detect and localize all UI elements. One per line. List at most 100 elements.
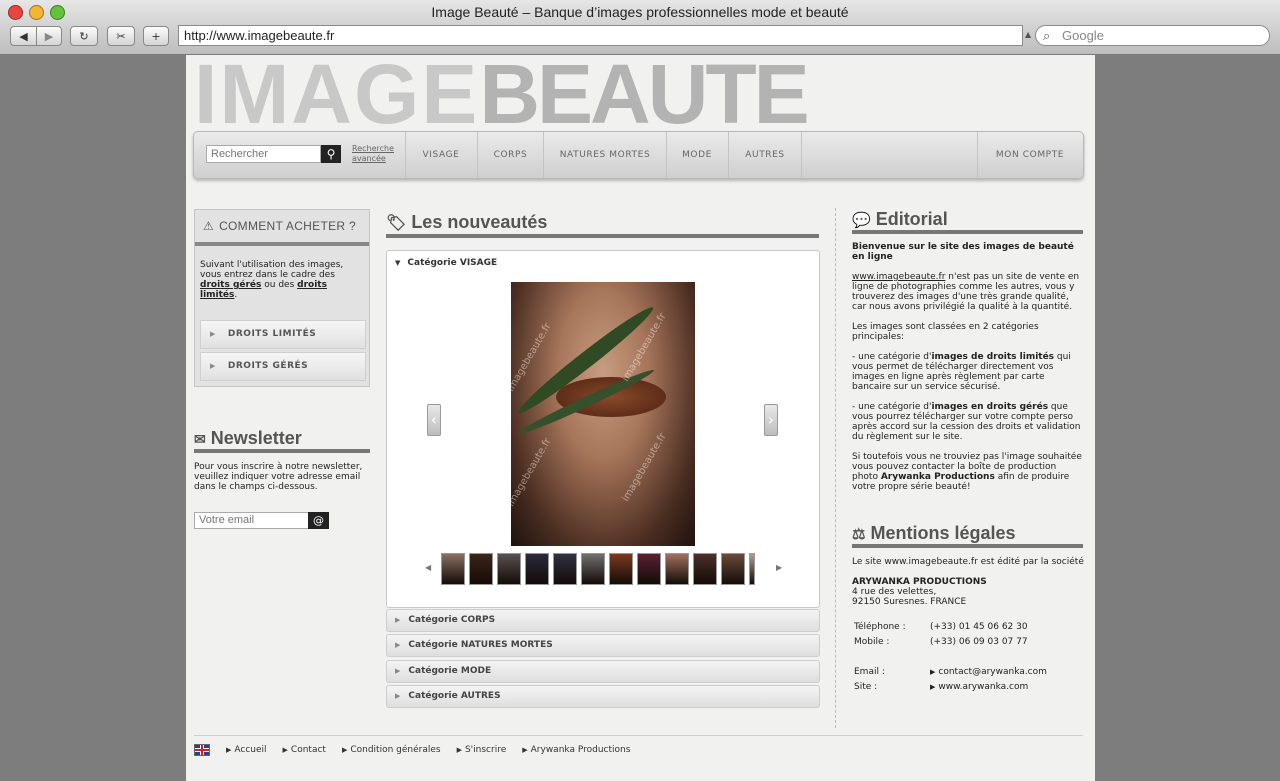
- nav-item-autres[interactable]: AUTRES: [728, 132, 801, 178]
- next-image-button[interactable]: ›: [764, 404, 778, 436]
- arrow-down-icon: ▼: [395, 259, 401, 267]
- category-visage-panel: ▼ Catégorie VISAGE imagebeaute.fr imagebe…: [386, 250, 820, 608]
- email-link[interactable]: contact@arywanka.com: [938, 665, 1046, 680]
- phone-value: (+33) 01 45 06 62 30: [930, 622, 1028, 632]
- site-logo[interactable]: IMAGEBEAUTE: [194, 60, 1084, 128]
- email-label: Email :: [854, 667, 885, 677]
- thumbnails-next-button[interactable]: ▶: [776, 563, 782, 572]
- arrow-right-icon: ▶: [210, 330, 216, 338]
- thumbnail-image[interactable]: [553, 553, 577, 585]
- scales-icon: ⚖: [852, 526, 866, 543]
- arrow-right-icon: ▶: [395, 667, 401, 675]
- arrow-right-icon: ▶: [395, 641, 401, 649]
- window-title: Image Beauté – Banque d’images professio…: [431, 4, 849, 20]
- footer-link-label: Contact: [290, 745, 326, 755]
- site-link[interactable]: www.arywanka.com: [938, 680, 1028, 695]
- english-flag-icon[interactable]: [194, 744, 210, 756]
- reload-button[interactable]: ↻: [70, 26, 98, 46]
- watermark: imagebeaute.fr: [511, 436, 554, 509]
- thumbnail-image[interactable]: [497, 553, 521, 585]
- chevron-right-icon: ›: [767, 410, 775, 429]
- thumbnail-image[interactable]: [469, 553, 493, 585]
- advanced-search-link[interactable]: Recherche avancée: [352, 144, 394, 164]
- add-bookmark-button[interactable]: +: [143, 26, 169, 46]
- editorial-text: Bienvenue sur le site des images de beau…: [852, 242, 1084, 502]
- snippet-button[interactable]: ✂: [107, 26, 135, 46]
- category-natures-mortes[interactable]: ▶ Catégorie NATURES MORTES: [386, 634, 820, 657]
- thumbnail-image[interactable]: [637, 553, 661, 585]
- nav-item-corps[interactable]: CORPS: [477, 132, 543, 178]
- arrow-right-icon: ▶: [930, 668, 936, 676]
- droits-limites-label: DROITS LIMITÉS: [227, 329, 317, 339]
- category-visage-header[interactable]: ▼ Catégorie VISAGE: [395, 258, 497, 268]
- thumbnail-image[interactable]: [665, 553, 689, 585]
- search-icon: ⌕: [1043, 28, 1051, 43]
- legal-intro: Le site www.imagebeaute.fr est édité par…: [852, 557, 1084, 567]
- legal-heading: ⚖ Mentions légales: [852, 522, 1083, 548]
- reload-icon: ↻: [79, 29, 89, 43]
- nav-item-visage[interactable]: VISAGE: [405, 132, 476, 178]
- previous-image-button[interactable]: ‹: [427, 404, 441, 436]
- droits-geres-button[interactable]: ▶ DROITS GÉRÉS: [200, 352, 366, 381]
- new-items-title: Les nouveautés: [411, 212, 548, 232]
- category-corps[interactable]: ▶ Catégorie CORPS: [386, 609, 820, 632]
- site-search-input[interactable]: Rechercher: [206, 145, 321, 163]
- thumbnail-image[interactable]: [693, 553, 717, 585]
- thumbnail-image[interactable]: [525, 553, 549, 585]
- category-mode[interactable]: ▶ Catégorie MODE: [386, 660, 820, 683]
- advanced-search-line2: avancée: [352, 154, 386, 163]
- footer-link-contact[interactable]: ▶ Contact: [283, 745, 326, 755]
- plus-icon: +: [151, 29, 161, 43]
- thumbnail-image[interactable]: [721, 553, 745, 585]
- nav-item-natures-mortes[interactable]: NATURES MORTES: [543, 132, 666, 178]
- editorial-title: Editorial: [875, 209, 948, 229]
- arrow-right-icon: ▶: [226, 746, 232, 754]
- arrow-right-icon: ▶: [341, 746, 348, 754]
- legal-info: Le site www.imagebeaute.fr est édité par…: [852, 557, 1084, 695]
- arrow-right-icon: ▶: [930, 683, 936, 691]
- scissors-icon: ✂: [116, 29, 126, 43]
- editorial-heading: 💬 Editorial: [852, 208, 1083, 234]
- url-dropdown-icon[interactable]: ▲: [1025, 30, 1031, 39]
- footer-link-accueil[interactable]: ▶ Accueil: [226, 745, 267, 755]
- footer-link-label: Condition générales: [350, 745, 441, 755]
- newsletter-submit-button[interactable]: @: [308, 512, 329, 529]
- back-button[interactable]: ◀: [10, 26, 37, 46]
- thumbnail-image[interactable]: [609, 553, 633, 585]
- editorial-p2: Les images sont classées en 2 catégories…: [852, 322, 1039, 342]
- footer-link-arywanka[interactable]: ▶ Arywanka Productions: [522, 745, 630, 755]
- newsletter-text: Pour vous inscrire à notre newsletter, v…: [194, 462, 363, 492]
- watermark: imagebeaute.fr: [620, 431, 669, 504]
- forward-button[interactable]: ▶: [36, 26, 62, 46]
- droits-geres-link[interactable]: droits gérés: [200, 280, 261, 290]
- thumbnails-prev-button[interactable]: ◀: [425, 563, 431, 572]
- editorial-p3-pre: - une catégorie d': [852, 352, 932, 362]
- newsletter-heading: ✉ Newsletter: [194, 427, 370, 453]
- browser-search-field[interactable]: ⌕ Google: [1035, 25, 1270, 46]
- droits-limites-button[interactable]: ▶ DROITS LIMITÉS: [200, 320, 366, 349]
- nav-item-mon-compte[interactable]: MON COMPTE: [977, 132, 1082, 178]
- arrow-right-icon: ▶: [210, 362, 216, 370]
- browser-toolbar: Image Beauté – Banque d’images professio…: [0, 0, 1280, 55]
- editorial-site-link[interactable]: www.imagebeaute.fr: [852, 272, 945, 282]
- arrow-right-icon: ▶: [282, 746, 288, 754]
- search-submit-button[interactable]: ⚲: [321, 145, 341, 163]
- how-to-buy-title: ⚠ COMMENT ACHETER ?: [195, 210, 369, 246]
- newsletter-email-input[interactable]: Votre email: [194, 512, 309, 529]
- chevron-left-icon: ‹: [430, 410, 438, 429]
- back-arrow-icon: ◀: [19, 29, 28, 43]
- nav-item-mode[interactable]: MODE: [666, 132, 727, 178]
- featured-image[interactable]: imagebeaute.fr imagebeaute.fr imagebeaut…: [511, 282, 695, 546]
- footer-link-sinscrire[interactable]: ▶ S'inscrire: [457, 745, 507, 755]
- category-autres-label: Catégorie AUTRES: [408, 691, 501, 701]
- footer-link-conditions[interactable]: ▶ Condition générales: [342, 745, 441, 755]
- thumbnail-image[interactable]: [749, 553, 755, 585]
- thumbnail-image[interactable]: [441, 553, 465, 585]
- editorial-p5-bold: Arywanka Productions: [880, 472, 995, 482]
- category-autres[interactable]: ▶ Catégorie AUTRES: [386, 685, 820, 708]
- thumbnail-image[interactable]: [581, 553, 605, 585]
- company-address-line2: 92150 Suresnes. FRANCE: [852, 597, 967, 607]
- arrow-right-icon: ▶: [522, 746, 528, 754]
- how-to-buy-panel: ⚠ COMMENT ACHETER ? Suivant l'utilisation…: [194, 209, 370, 387]
- address-bar[interactable]: http://www.imagebeaute.fr: [178, 25, 1023, 46]
